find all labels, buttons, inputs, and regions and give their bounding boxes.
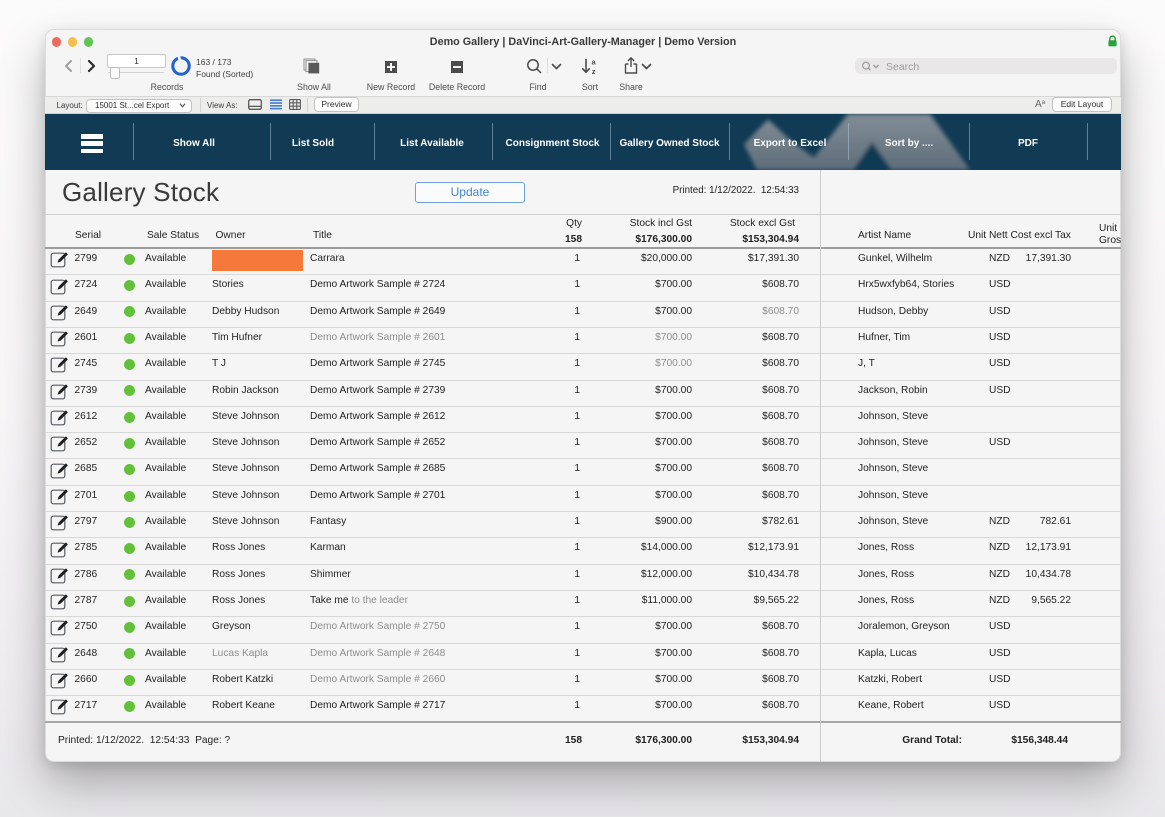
svg-text:z: z — [592, 67, 596, 76]
svg-text:a: a — [592, 58, 597, 67]
